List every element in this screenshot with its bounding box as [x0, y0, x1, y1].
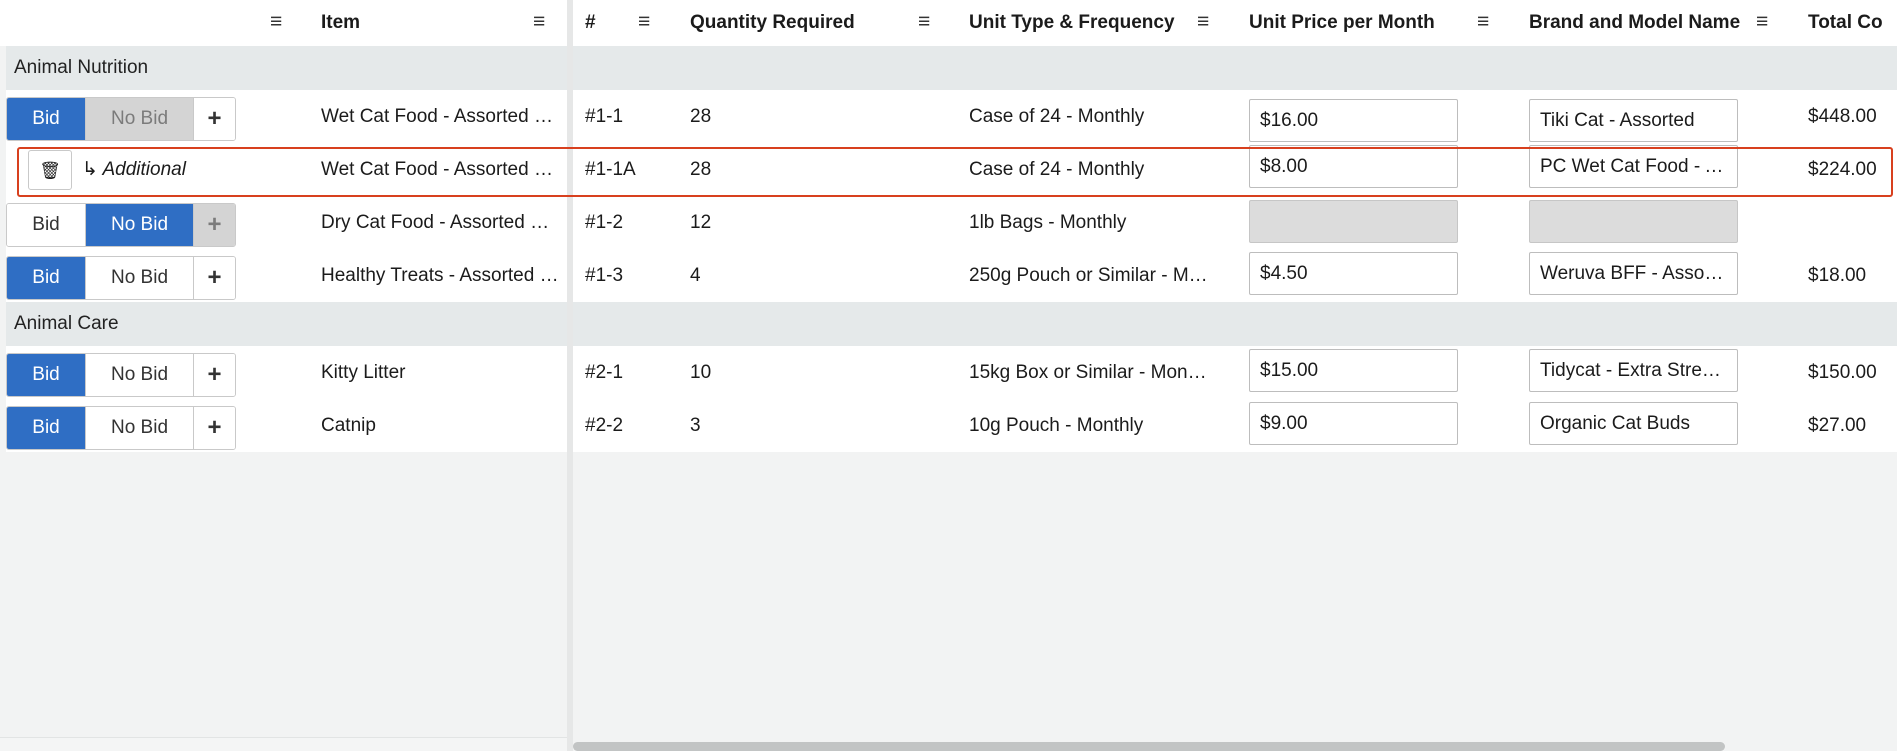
number-cell: #1-3	[585, 265, 624, 286]
add-icon[interactable]: +	[193, 354, 235, 396]
sub-arrow-icon: ↳	[82, 159, 98, 180]
brand-input[interactable]: PC Wet Cat Food - Assorted	[1529, 145, 1738, 188]
quantity-cell: 3	[690, 415, 701, 436]
bid-toggle-group: Bid No Bid +	[6, 256, 236, 300]
number-cell: #2-2	[585, 415, 624, 436]
unit-type-cell: Case of 24 - Monthly	[969, 159, 1145, 180]
no-bid-button[interactable]: No Bid	[85, 98, 193, 140]
add-icon[interactable]: +	[193, 407, 235, 449]
bid-button[interactable]: Bid	[7, 257, 85, 299]
table-row: Bid No Bid + Wet Cat Food - Assorted Fla…	[6, 90, 1897, 143]
pinned-scroll-strip	[0, 737, 567, 751]
item-cell: Catnip	[321, 415, 376, 436]
column-menu-icon[interactable]: ≡	[638, 0, 650, 46]
column-header-quantity[interactable]: Quantity Required	[690, 0, 855, 46]
column-menu-icon[interactable]: ≡	[533, 0, 545, 46]
unit-type-cell: 10g Pouch - Monthly	[969, 415, 1144, 436]
bid-button[interactable]: Bid	[7, 354, 85, 396]
add-icon[interactable]: +	[193, 257, 235, 299]
quantity-cell: 10	[690, 362, 712, 383]
column-header-unit-type[interactable]: Unit Type & Frequency	[969, 0, 1175, 46]
column-header-number[interactable]: #	[585, 0, 596, 46]
brand-input[interactable]	[1529, 200, 1738, 243]
column-header-unit-price[interactable]: Unit Price per Month	[1249, 0, 1435, 46]
bid-toggle-group: Bid No Bid +	[6, 203, 236, 247]
quantity-cell: 28	[690, 159, 712, 180]
item-cell: Kitty Litter	[321, 362, 406, 383]
total-cell: $224.00	[1808, 159, 1877, 180]
item-cell: Wet Cat Food - Assorted Flavours	[321, 106, 559, 127]
bid-grid: ≡ Item ≡ # ≡ Quantity Required ≡ Unit Ty…	[0, 0, 1897, 751]
unit-price-input[interactable]: $4.50	[1249, 252, 1458, 295]
no-bid-button[interactable]: No Bid	[85, 407, 193, 449]
number-cell: #2-1	[585, 362, 624, 383]
pinned-column-divider[interactable]	[567, 0, 573, 751]
total-cell	[1808, 196, 1897, 249]
total-cell: $150.00	[1808, 362, 1877, 383]
no-bid-button[interactable]: No Bid	[85, 354, 193, 396]
column-header-item[interactable]: Item	[321, 0, 360, 46]
table-row-additional: 🗑 ↳ Additional Wet Cat Food - Assorted F…	[6, 143, 1897, 196]
group-row[interactable]: Animal Care	[6, 302, 1897, 346]
additional-label: ↳ Additional	[82, 143, 186, 196]
brand-input[interactable]: Tiki Cat - Assorted	[1529, 99, 1738, 142]
no-bid-button[interactable]: No Bid	[85, 204, 193, 246]
brand-input[interactable]: Tidycat - Extra Strength	[1529, 349, 1738, 392]
quantity-cell: 4	[690, 265, 701, 286]
unit-type-cell: 15kg Box or Similar - Monthly	[969, 362, 1209, 383]
bid-toggle-group: Bid No Bid +	[6, 97, 236, 141]
unit-type-cell: 1lb Bags - Monthly	[969, 212, 1127, 233]
total-cell: $18.00	[1808, 265, 1867, 286]
brand-input[interactable]: Organic Cat Buds	[1529, 402, 1738, 445]
column-header-brand[interactable]: Brand and Model Name	[1529, 0, 1740, 46]
table-row: Bid No Bid + Healthy Treats - Assorted F…	[6, 249, 1897, 302]
column-header-total[interactable]: Total Co	[1808, 0, 1897, 46]
bid-button[interactable]: Bid	[7, 98, 85, 140]
horizontal-scrollbar-thumb[interactable]	[573, 742, 1725, 751]
total-cell: $27.00	[1808, 415, 1867, 436]
bid-button[interactable]: Bid	[7, 407, 85, 449]
unit-type-cell: 250g Pouch or Similar - Monthly	[969, 265, 1209, 286]
unit-price-input[interactable]: $15.00	[1249, 349, 1458, 392]
group-row[interactable]: Animal Nutrition	[6, 46, 1897, 90]
item-cell: Healthy Treats - Assorted Flavours	[321, 265, 559, 286]
brand-input[interactable]: Weruva BFF - Assorted	[1529, 252, 1738, 295]
quantity-cell: 12	[690, 212, 712, 233]
table-row: Bid No Bid + Dry Cat Food - Assorted Fla…	[6, 196, 1897, 249]
number-cell: #1-1	[585, 106, 624, 127]
trash-icon[interactable]: 🗑	[28, 150, 72, 190]
item-cell: Dry Cat Food - Assorted Flavours	[321, 212, 559, 233]
unit-price-input[interactable]: $8.00	[1249, 145, 1458, 188]
add-icon[interactable]: +	[193, 204, 235, 246]
add-icon[interactable]: +	[193, 98, 235, 140]
additional-text: Additional	[102, 159, 186, 180]
column-menu-icon[interactable]: ≡	[270, 0, 282, 46]
table-row: Bid No Bid + Kitty Litter #2-1 10 15kg B…	[6, 346, 1897, 399]
unit-type-cell: Case of 24 - Monthly	[969, 106, 1145, 127]
bid-toggle-group: Bid No Bid +	[6, 353, 236, 397]
column-menu-icon[interactable]: ≡	[1756, 0, 1768, 46]
table-row: Bid No Bid + Catnip #2-2 3 10g Pouch - M…	[6, 399, 1897, 452]
number-cell: #1-2	[585, 212, 624, 233]
unit-price-input[interactable]: $16.00	[1249, 99, 1458, 142]
group-label: Animal Nutrition	[14, 57, 149, 78]
total-cell: $448.00	[1808, 106, 1877, 127]
no-bid-button[interactable]: No Bid	[85, 257, 193, 299]
column-menu-icon[interactable]: ≡	[1197, 0, 1209, 46]
quantity-cell: 28	[690, 106, 712, 127]
group-label: Animal Care	[14, 313, 119, 334]
bid-button[interactable]: Bid	[7, 204, 85, 246]
column-menu-icon[interactable]: ≡	[1477, 0, 1489, 46]
unit-price-input[interactable]	[1249, 200, 1458, 243]
number-cell: #1-1A	[585, 159, 636, 180]
bid-toggle-group: Bid No Bid +	[6, 406, 236, 450]
column-menu-icon[interactable]: ≡	[918, 0, 930, 46]
item-cell: Wet Cat Food - Assorted Flavours	[321, 159, 559, 180]
unit-price-input[interactable]: $9.00	[1249, 402, 1458, 445]
